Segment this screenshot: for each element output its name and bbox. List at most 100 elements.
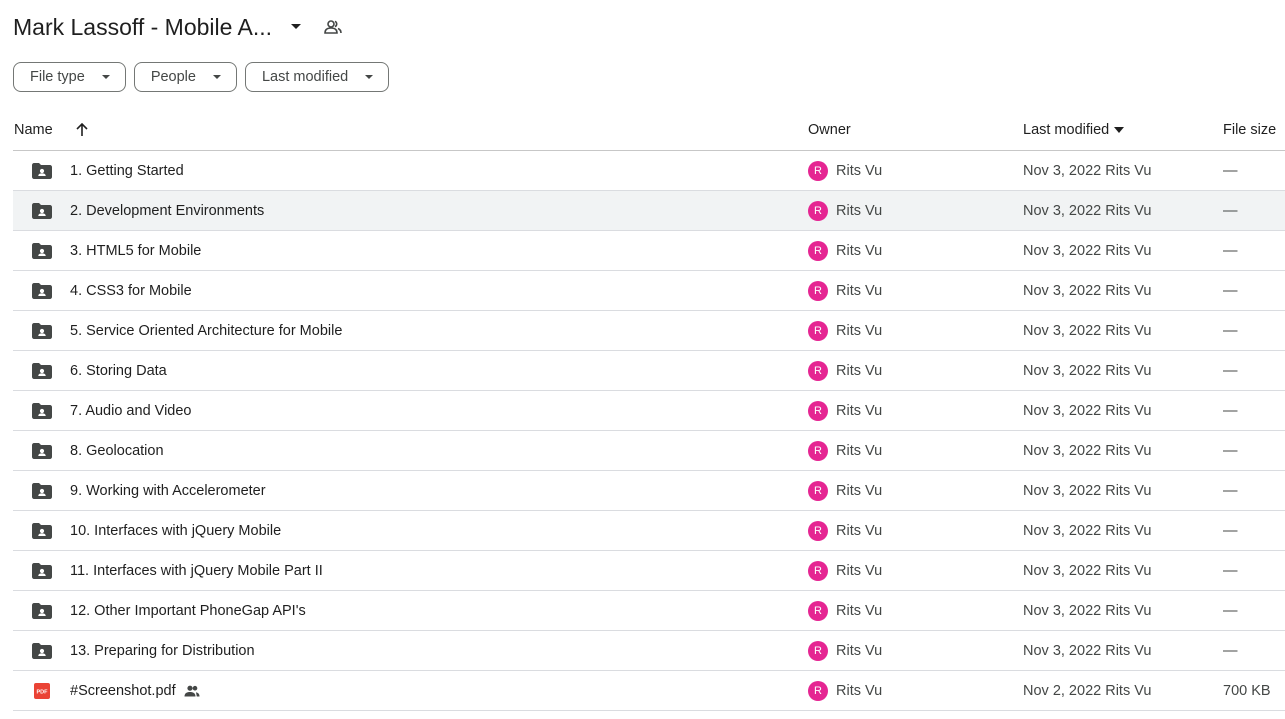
row-size-cell: — — [1223, 522, 1238, 539]
avatar: R — [808, 640, 828, 661]
owner-name: Rits Vu — [836, 442, 883, 459]
table-row[interactable]: 1. Getting Started R Rits Vu Nov 3, 2022 Ri… — [13, 151, 1285, 191]
owner-name: Rits Vu — [836, 522, 883, 539]
table-row[interactable]: 7. Audio and Video R Rits Vu Nov 3, 2022 Ri… — [13, 391, 1285, 431]
column-owner-header[interactable]: Owner — [808, 122, 851, 138]
file-name[interactable]: 2. Development Environments — [70, 203, 264, 219]
file-name[interactable]: 9. Working with Accelerometer — [70, 483, 266, 499]
shared-folder-icon — [31, 551, 53, 590]
table-row[interactable]: 4. CSS3 for Mobile R Rits Vu Nov 3, 2022 Ri… — [13, 271, 1285, 311]
row-modified-cell: Nov 3, 2022 Rits Vu — [1023, 282, 1152, 299]
owner-name: Rits Vu — [836, 602, 883, 619]
row-owner-cell: R Rits Vu — [808, 511, 882, 550]
row-modified-cell: Nov 3, 2022 Rits Vu — [1023, 602, 1152, 619]
shared-folder-icon — [31, 231, 53, 270]
owner-name: Rits Vu — [836, 322, 883, 339]
shared-folder-icon — [31, 431, 53, 470]
column-modified-header[interactable]: Last modified — [1023, 122, 1125, 138]
row-modified-cell: Nov 3, 2022 Rits Vu — [1023, 402, 1152, 419]
table-row[interactable]: PDF #Screenshot.pdf R Rits Vu Nov 2, 2022 Ri… — [13, 671, 1285, 711]
table-row[interactable]: 2. Development Environments R Rits Vu Nov 3… — [13, 191, 1285, 231]
row-modified-cell: Nov 3, 2022 Rits Vu — [1023, 202, 1152, 219]
row-size-cell: 700 KB — [1223, 682, 1271, 699]
pdf-badge-text: PDF — [37, 689, 49, 695]
table-row[interactable]: 6. Storing Data R Rits Vu Nov 3, 2022 Rits … — [13, 351, 1285, 391]
table-row[interactable]: 10. Interfaces with jQuery Mobile R Rits V… — [13, 511, 1285, 551]
column-size-header[interactable]: File size — [1223, 122, 1276, 138]
row-size-cell: — — [1223, 642, 1238, 659]
chip-label: People — [150, 69, 196, 85]
row-size-cell: — — [1223, 242, 1238, 259]
folder-title[interactable]: Mark Lassoff - Mobile A... — [13, 14, 272, 41]
file-name[interactable]: 12. Other Important PhoneGap API's — [70, 603, 306, 619]
people-filter[interactable]: People — [133, 62, 237, 92]
row-modified-cell: Nov 2, 2022 Rits Vu — [1023, 682, 1152, 699]
row-size-cell: — — [1223, 362, 1238, 379]
caret-down-icon — [212, 74, 222, 80]
row-owner-cell: R Rits Vu — [808, 591, 882, 630]
shared-people-icon — [184, 685, 200, 697]
file-type-filter[interactable]: File type — [13, 62, 126, 92]
row-modified-cell: Nov 3, 2022 Rits Vu — [1023, 242, 1152, 259]
shared-folder-icon — [31, 311, 53, 350]
table-row[interactable]: 5. Service Oriented Architecture for Mob… — [13, 311, 1285, 351]
caret-down-icon[interactable] — [286, 17, 306, 37]
file-name[interactable]: 1. Getting Started — [70, 163, 184, 179]
avatar: R — [808, 360, 828, 381]
row-modified-cell: Nov 3, 2022 Rits Vu — [1023, 162, 1152, 179]
row-owner-cell: R Rits Vu — [808, 431, 882, 470]
avatar: R — [808, 440, 828, 461]
file-name[interactable]: 7. Audio and Video — [70, 403, 191, 419]
table-row[interactable]: 3. HTML5 for Mobile R Rits Vu Nov 3, 2022 R… — [13, 231, 1285, 271]
file-name[interactable]: 6. Storing Data — [70, 363, 167, 379]
row-modified-cell: Nov 3, 2022 Rits Vu — [1023, 522, 1152, 539]
file-name[interactable]: 10. Interfaces with jQuery Mobile — [70, 523, 281, 539]
shared-folder-icon — [31, 351, 53, 390]
row-name-cell: #Screenshot.pdf — [70, 671, 200, 710]
row-name-cell: 7. Audio and Video — [70, 391, 191, 430]
row-name-cell: 12. Other Important PhoneGap API's — [70, 591, 306, 630]
file-name[interactable]: 4. CSS3 for Mobile — [70, 283, 192, 299]
row-name-cell: 3. HTML5 for Mobile — [70, 231, 201, 270]
last-modified-filter[interactable]: Last modified — [244, 62, 390, 92]
file-name[interactable]: 13. Preparing for Distribution — [70, 643, 255, 659]
shared-folder-icon — [31, 591, 53, 630]
row-owner-cell: R Rits Vu — [808, 391, 882, 430]
owner-name: Rits Vu — [836, 162, 883, 179]
avatar: R — [808, 680, 828, 701]
row-modified-cell: Nov 3, 2022 Rits Vu — [1023, 562, 1152, 579]
row-modified-cell: Nov 3, 2022 Rits Vu — [1023, 442, 1152, 459]
table-row[interactable]: 12. Other Important PhoneGap API's R Rits … — [13, 591, 1285, 631]
file-name[interactable]: 5. Service Oriented Architecture for Mob… — [70, 323, 342, 339]
file-name[interactable]: 3. HTML5 for Mobile — [70, 243, 201, 259]
row-name-cell: 11. Interfaces with jQuery Mobile Part I… — [70, 551, 323, 590]
avatar: R — [808, 200, 828, 221]
file-name[interactable]: #Screenshot.pdf — [70, 683, 176, 699]
row-name-cell: 4. CSS3 for Mobile — [70, 271, 192, 310]
table-row[interactable]: 13. Preparing for Distribution R Rits Vu No… — [13, 631, 1285, 671]
row-owner-cell: R Rits Vu — [808, 671, 882, 710]
sort-up-arrow-icon[interactable] — [75, 121, 93, 139]
avatar: R — [808, 320, 828, 341]
row-owner-cell: R Rits Vu — [808, 151, 882, 190]
table-row[interactable]: 9. Working with Accelerometer R Rits Vu Nov… — [13, 471, 1285, 511]
owner-name: Rits Vu — [836, 642, 883, 659]
avatar: R — [808, 480, 828, 501]
owner-name: Rits Vu — [836, 282, 883, 299]
chip-label: File type — [30, 69, 85, 85]
row-size-cell: — — [1223, 402, 1238, 419]
table-row[interactable]: 11. Interfaces with jQuery Mobile Part I… — [13, 551, 1285, 591]
table-row[interactable]: 8. Geolocation R Rits Vu Nov 3, 2022 Rits V… — [13, 431, 1285, 471]
shared-folder-icon — [31, 511, 53, 550]
column-modified-label: Last modified — [1023, 122, 1110, 138]
row-owner-cell: R Rits Vu — [808, 271, 882, 310]
row-size-cell: — — [1223, 482, 1238, 499]
owner-name: Rits Vu — [836, 202, 883, 219]
file-name[interactable]: 11. Interfaces with jQuery Mobile Part I… — [70, 563, 323, 579]
file-name[interactable]: 8. Geolocation — [70, 443, 164, 459]
row-owner-cell: R Rits Vu — [808, 631, 882, 670]
shared-people-icon — [324, 17, 344, 37]
owner-name: Rits Vu — [836, 482, 883, 499]
column-name-header[interactable]: Name — [14, 122, 53, 138]
shared-folder-icon — [31, 271, 53, 310]
